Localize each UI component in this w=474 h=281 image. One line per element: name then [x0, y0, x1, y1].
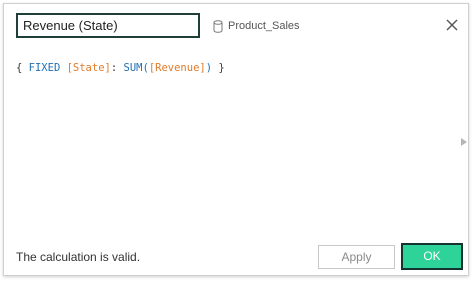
- calculation-name-input[interactable]: [16, 13, 200, 38]
- formula-state-field: [State]: [66, 62, 111, 74]
- validation-status-text: The calculation is valid.: [16, 250, 141, 264]
- database-icon: [213, 19, 223, 33]
- expand-right-arrow-icon[interactable]: [460, 137, 468, 147]
- apply-button[interactable]: Apply: [318, 245, 395, 269]
- formula-fixed-keyword: FIXED: [28, 62, 61, 74]
- calculation-editor-dialog: Product_Sales { FIXED [State]: SUM([Reve…: [3, 3, 469, 276]
- formula-colon: :: [110, 62, 124, 74]
- formula-editor[interactable]: { FIXED [State]: SUM([Revenue]) }: [16, 61, 225, 75]
- formula-open-brace: {: [16, 62, 29, 74]
- formula-close-brace: }: [212, 62, 225, 74]
- close-icon[interactable]: [444, 17, 460, 33]
- datasource-indicator: Product_Sales: [213, 18, 300, 34]
- formula-sum-function: SUM(: [123, 62, 149, 74]
- formula-revenue-field: [Revenue]: [148, 62, 206, 74]
- datasource-label: Product_Sales: [228, 20, 300, 32]
- ok-button[interactable]: OK: [401, 243, 463, 270]
